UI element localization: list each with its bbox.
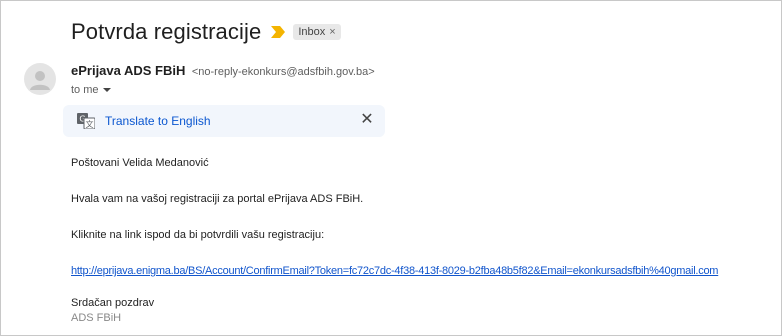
inbox-label-chip: Inbox ×	[293, 24, 341, 40]
default-avatar-icon[interactable]	[24, 63, 56, 95]
close-icon[interactable]: ✕	[359, 112, 375, 128]
closing-text: Srdačan pozdrav	[71, 297, 155, 309]
recipient-details-toggle[interactable]: to me	[71, 84, 375, 96]
email-view: Potvrda registracije Inbox × ePrijava AD…	[0, 0, 782, 336]
body-line-1: Hvala vam na vašoj registraciji za porta…	[71, 193, 364, 205]
recipient-label: to me	[71, 84, 99, 96]
translate-bar: G 文 Translate to English ✕	[63, 105, 385, 137]
importance-marker-icon[interactable]	[271, 26, 286, 38]
chevron-down-icon	[102, 88, 111, 92]
body-line-2: Kliknite na link ispod da bi potvrdili v…	[71, 229, 325, 241]
svg-text:文: 文	[86, 119, 94, 129]
subject-row: Potvrda registracije Inbox ×	[71, 19, 341, 45]
translate-icon: G 文	[77, 113, 95, 129]
signature-text: ADS FBiH	[71, 312, 122, 324]
sender-name: ePrijava ADS FBiH	[71, 63, 186, 78]
translate-to-english-link[interactable]: Translate to English	[105, 114, 211, 128]
sender-email: <no-reply-ekonkurs@adsfbih.gov.ba>	[191, 66, 375, 78]
confirm-email-link[interactable]: http://eprijava.enigma.ba/BS/Account/Con…	[71, 265, 718, 277]
remove-label-icon[interactable]: ×	[329, 26, 335, 38]
email-subject: Potvrda registracije	[71, 19, 262, 44]
inbox-label-text: Inbox	[298, 26, 326, 38]
sender-block: ePrijava ADS FBiH <no-reply-ekonkurs@ads…	[71, 62, 375, 96]
greeting-text: Poštovani Velida Medanović	[71, 157, 209, 169]
